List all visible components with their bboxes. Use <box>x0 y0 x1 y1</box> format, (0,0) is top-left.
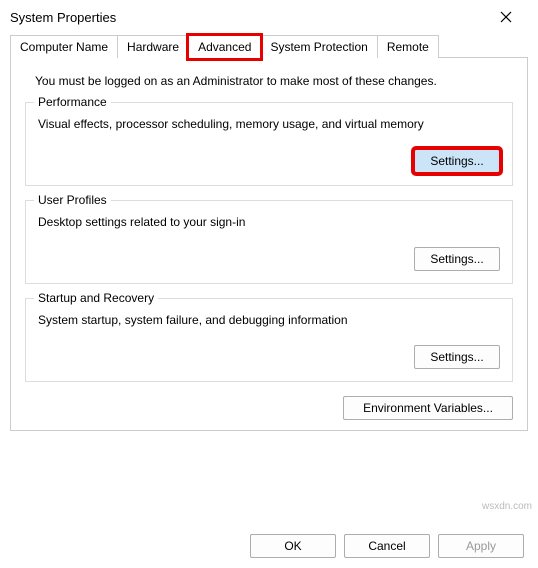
system-properties-window: System Properties Computer Name Hardware… <box>0 0 538 568</box>
admin-note: You must be logged on as an Administrato… <box>35 74 513 88</box>
environment-variables-button[interactable]: Environment Variables... <box>343 396 513 420</box>
performance-legend: Performance <box>34 95 111 109</box>
tab-system-protection[interactable]: System Protection <box>260 35 377 58</box>
tab-hardware[interactable]: Hardware <box>117 35 189 58</box>
apply-button[interactable]: Apply <box>438 534 524 558</box>
startup-recovery-settings-button[interactable]: Settings... <box>414 345 500 369</box>
tab-computer-name[interactable]: Computer Name <box>10 35 118 58</box>
startup-recovery-desc: System startup, system failure, and debu… <box>38 313 500 327</box>
performance-desc: Visual effects, processor scheduling, me… <box>38 117 500 131</box>
cancel-button[interactable]: Cancel <box>344 534 430 558</box>
ok-button[interactable]: OK <box>250 534 336 558</box>
window-title: System Properties <box>10 10 116 25</box>
tab-remote[interactable]: Remote <box>377 35 439 58</box>
performance-group: Performance Visual effects, processor sc… <box>25 102 513 186</box>
titlebar: System Properties <box>0 0 538 34</box>
environment-variables-row: Environment Variables... <box>25 396 513 420</box>
performance-button-row: Settings... <box>38 149 500 173</box>
user-profiles-group: User Profiles Desktop settings related t… <box>25 200 513 284</box>
user-profiles-legend: User Profiles <box>34 193 111 207</box>
close-button[interactable] <box>486 3 526 31</box>
startup-recovery-legend: Startup and Recovery <box>34 291 158 305</box>
startup-recovery-button-row: Settings... <box>38 345 500 369</box>
tab-strip: Computer Name Hardware Advanced System P… <box>0 35 538 58</box>
startup-recovery-group: Startup and Recovery System startup, sys… <box>25 298 513 382</box>
close-icon <box>500 11 512 23</box>
dialog-button-row: OK Cancel Apply <box>250 534 524 558</box>
watermark: wsxdn.com <box>482 501 532 512</box>
user-profiles-button-row: Settings... <box>38 247 500 271</box>
user-profiles-desc: Desktop settings related to your sign-in <box>38 215 500 229</box>
performance-settings-button[interactable]: Settings... <box>414 149 500 173</box>
tab-panel-advanced: You must be logged on as an Administrato… <box>10 57 528 431</box>
tab-advanced[interactable]: Advanced <box>188 35 261 59</box>
user-profiles-settings-button[interactable]: Settings... <box>414 247 500 271</box>
